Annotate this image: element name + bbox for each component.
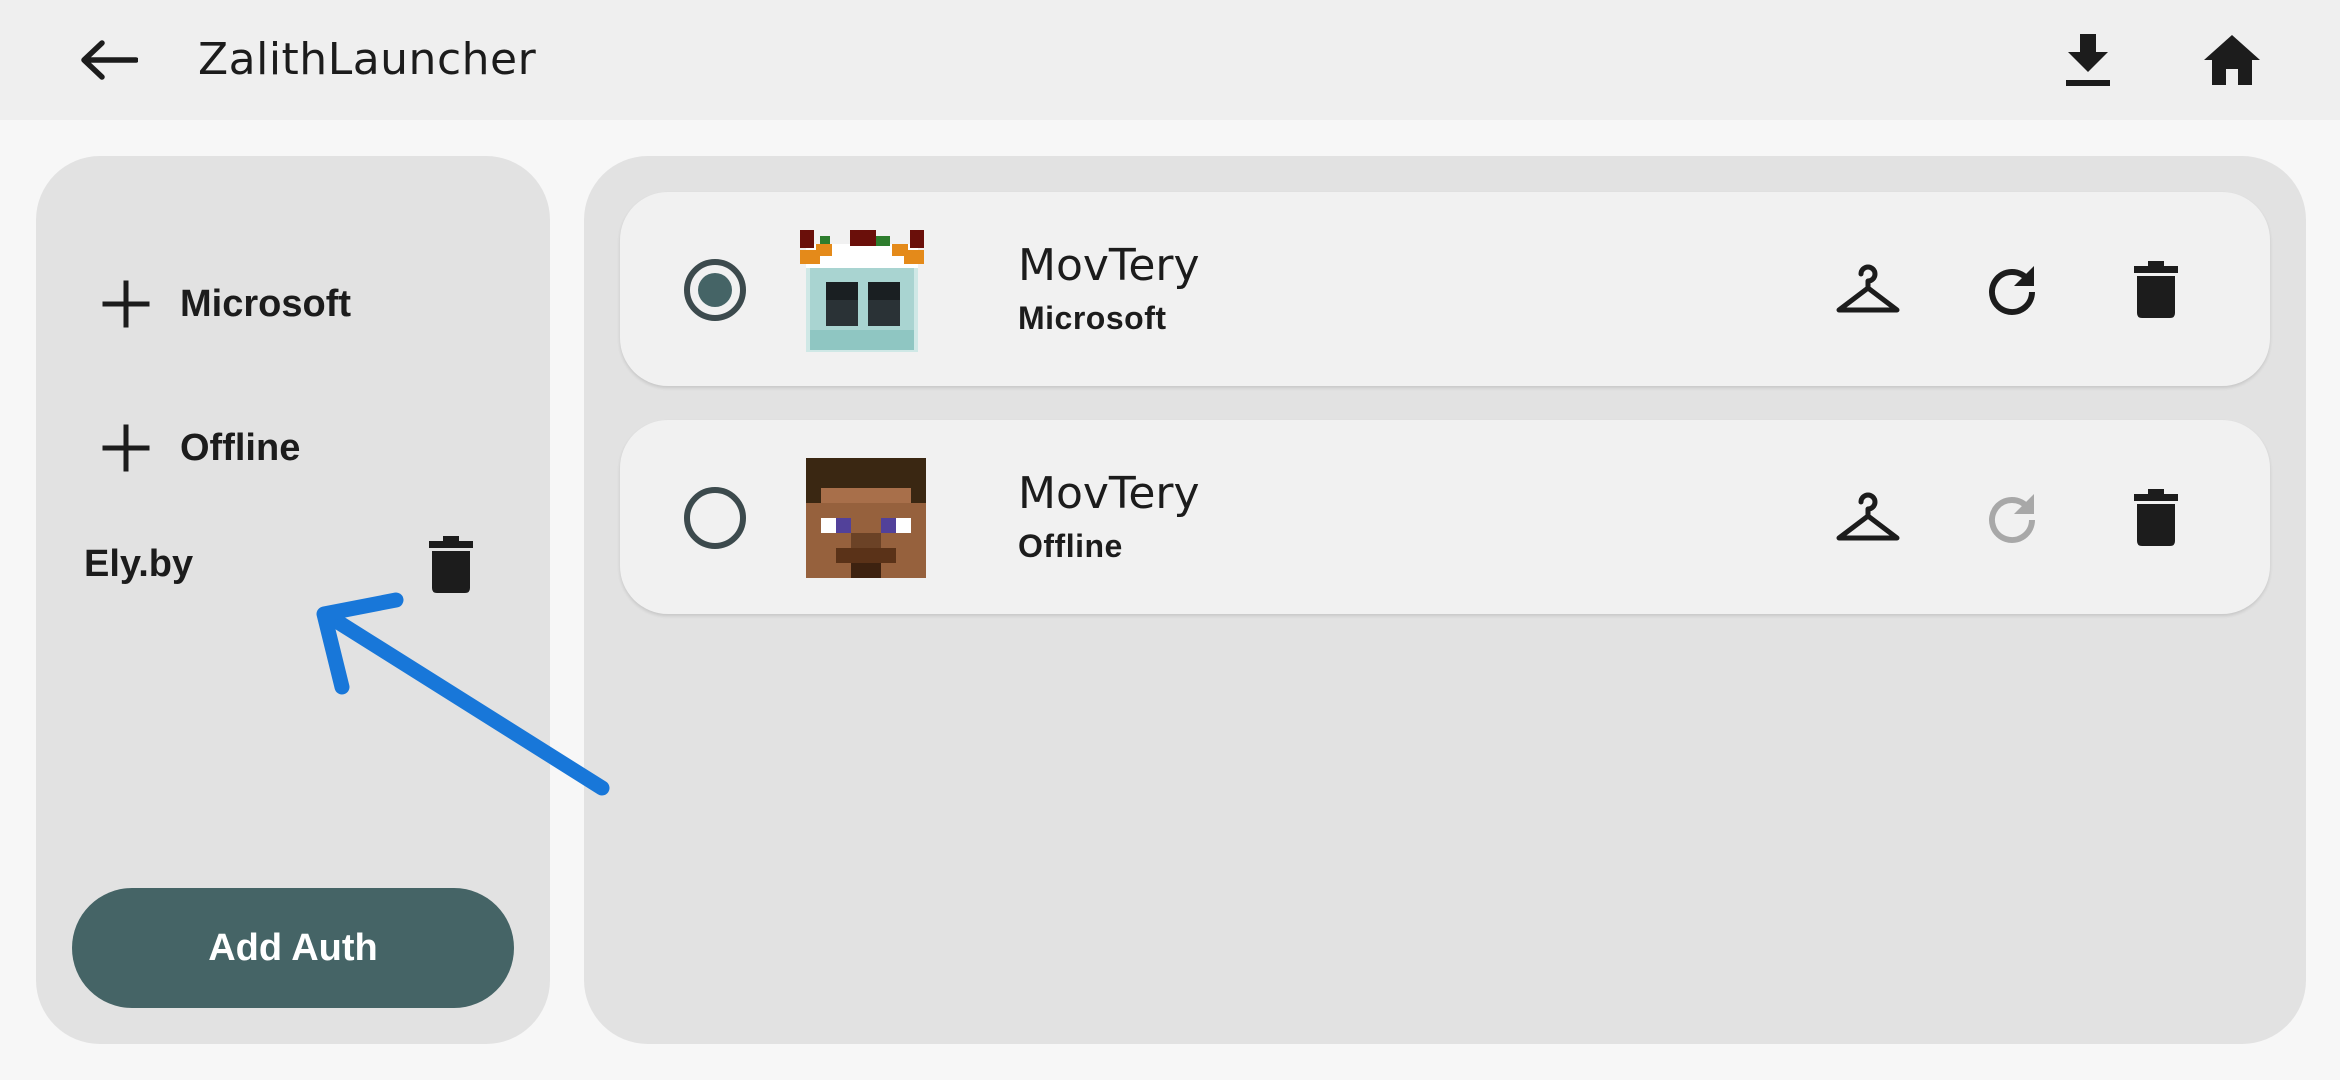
refresh-account-button[interactable]	[1966, 472, 2058, 564]
account-type: Offline	[1018, 528, 1123, 564]
add-auth-button[interactable]: Add Auth	[72, 888, 514, 1008]
trash-icon	[2134, 261, 2178, 318]
auth-sidebar: Microsoft Offline Ely.by Add Auth	[36, 156, 550, 1044]
skin-avatar-icon	[800, 230, 924, 352]
refresh-icon	[1989, 266, 2035, 315]
account-card[interactable]: MovTery Offline	[620, 420, 2270, 614]
auth-server-ely-by[interactable]: Ely.by	[84, 524, 193, 604]
radio-selected-dot	[698, 273, 732, 307]
plus-icon	[94, 272, 158, 336]
auth-type-label: Offline	[180, 426, 301, 469]
app-title: ZalithLauncher	[198, 34, 537, 85]
arrow-back-icon	[81, 40, 138, 80]
skin-avatar-icon	[806, 458, 926, 578]
plus-icon	[94, 416, 158, 480]
trash-icon	[2134, 489, 2178, 546]
refresh-account-button[interactable]	[1966, 244, 2058, 336]
delete-server-button[interactable]	[406, 520, 496, 610]
add-microsoft-account[interactable]: Microsoft	[94, 264, 351, 344]
back-button[interactable]	[68, 24, 148, 96]
hanger-icon	[1836, 492, 1900, 541]
account-name: MovTery	[1018, 240, 1200, 291]
change-skin-button[interactable]	[1822, 244, 1914, 336]
download-icon	[2066, 34, 2110, 86]
account-select-radio[interactable]	[684, 487, 746, 549]
change-skin-button[interactable]	[1822, 472, 1914, 564]
home-button[interactable]	[2188, 24, 2276, 96]
top-app-bar: ZalithLauncher	[0, 0, 2340, 120]
delete-account-button[interactable]	[2110, 244, 2202, 336]
account-list: MovTery Microsoft MovTery Offline	[584, 156, 2306, 1044]
add-offline-account[interactable]: Offline	[94, 408, 300, 488]
trash-icon	[429, 536, 473, 593]
account-name: MovTery	[1018, 468, 1200, 519]
hanger-icon	[1836, 264, 1900, 313]
delete-account-button[interactable]	[2110, 472, 2202, 564]
account-type: Microsoft	[1018, 300, 1167, 336]
refresh-icon	[1989, 494, 2035, 543]
download-button[interactable]	[2044, 24, 2132, 96]
home-icon	[2204, 35, 2260, 85]
account-select-radio[interactable]	[684, 259, 746, 321]
account-card[interactable]: MovTery Microsoft	[620, 192, 2270, 386]
auth-type-label: Microsoft	[180, 282, 351, 325]
